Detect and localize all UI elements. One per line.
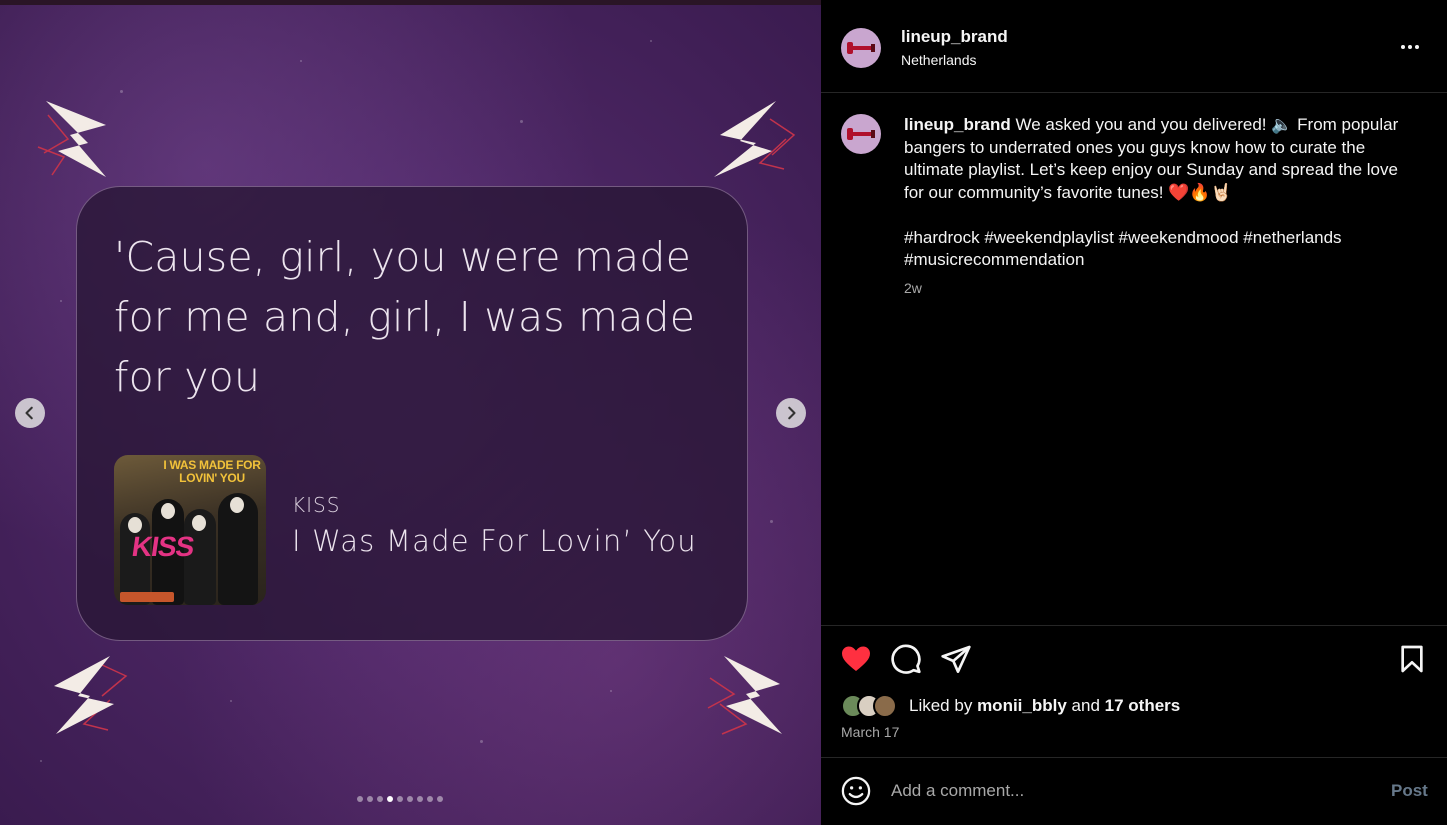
post-media: 'Cause, girl, you were made for me and, … [0, 0, 821, 825]
carousel-dot [397, 796, 403, 802]
chevron-left-icon [25, 406, 33, 420]
comments-area: lineup_brand We asked you and you delive… [821, 94, 1447, 624]
lightning-bolt-icon [37, 101, 106, 177]
lightning-bolt-icon [714, 101, 796, 177]
post-location[interactable]: Netherlands [901, 52, 977, 68]
carousel-dot [437, 796, 443, 802]
emoji-smile-icon[interactable] [841, 776, 871, 806]
post-header: lineup_brand Netherlands [821, 0, 1447, 93]
carousel-dot [427, 796, 433, 802]
caption-hashtags[interactable]: #hardrock #weekendplaylist #weekendmood … [904, 227, 1404, 272]
liked-by-avatars[interactable] [841, 694, 905, 718]
liked-by-user-link[interactable]: monii_bbly [977, 696, 1067, 715]
carousel-dot [387, 796, 393, 802]
carousel-dot [377, 796, 383, 802]
save-button[interactable] [1395, 642, 1429, 676]
carousel-dot [417, 796, 423, 802]
likes-count-link[interactable]: 17 others [1105, 696, 1181, 715]
carousel-dot [407, 796, 413, 802]
more-horizontal-icon [1401, 45, 1405, 49]
chevron-right-icon [788, 406, 796, 420]
lightning-bolt-icon [54, 656, 128, 734]
comment-button[interactable] [889, 642, 923, 676]
post-panel: lineup_brand Netherlands lineup_brand We… [821, 0, 1447, 825]
song-title: I Was Made For Lovin’ You [292, 524, 697, 558]
author-username[interactable]: lineup_brand [901, 27, 1008, 47]
comment-input[interactable] [891, 778, 1371, 804]
lyric-text: 'Cause, girl, you were made for me and, … [114, 233, 696, 401]
album-cover: I WAS MADE FOR LOVIN' YOU KISS [114, 455, 266, 605]
liked-by-text: Liked by monii_bbly and 17 others [909, 696, 1180, 716]
bookmark-icon [1401, 645, 1423, 673]
carousel-dot [357, 796, 363, 802]
guitar-logo-icon [847, 128, 875, 140]
share-button[interactable] [939, 642, 973, 676]
lyric-card: 'Cause, girl, you were made for me and, … [76, 186, 748, 641]
like-button[interactable] [839, 642, 873, 676]
album-cover-logo: KISS [129, 531, 196, 562]
caption-avatar[interactable] [841, 114, 881, 154]
liked-by-and: and [1071, 696, 1100, 715]
carousel-prev-button[interactable] [15, 398, 45, 428]
avatar [873, 694, 897, 718]
guitar-logo-icon [847, 42, 875, 54]
carousel-next-button[interactable] [776, 398, 806, 428]
post-age[interactable]: 2w [904, 280, 922, 296]
liked-by-prefix: Liked by [909, 696, 973, 715]
album-cover-title: I WAS MADE FOR LOVIN' YOU [163, 458, 261, 485]
caption-username[interactable]: lineup_brand [904, 115, 1011, 134]
post-date[interactable]: March 17 [841, 724, 899, 740]
comment-bar: Post [821, 757, 1447, 825]
share-paper-plane-icon [941, 645, 971, 673]
more-options-button[interactable] [1395, 36, 1425, 58]
lightning-bolt-icon [707, 656, 782, 735]
author-avatar[interactable] [841, 28, 881, 68]
media-top-edge [0, 0, 821, 5]
heart-filled-icon [842, 646, 870, 671]
artist-name: KISS [292, 493, 341, 517]
carousel-dot [367, 796, 373, 802]
comment-icon [891, 644, 921, 674]
post-actions: Liked by monii_bbly and 17 others March … [821, 625, 1447, 757]
post-comment-button[interactable]: Post [1391, 781, 1428, 801]
carousel-dots [357, 796, 443, 802]
post-caption: lineup_brand We asked you and you delive… [904, 114, 1404, 272]
